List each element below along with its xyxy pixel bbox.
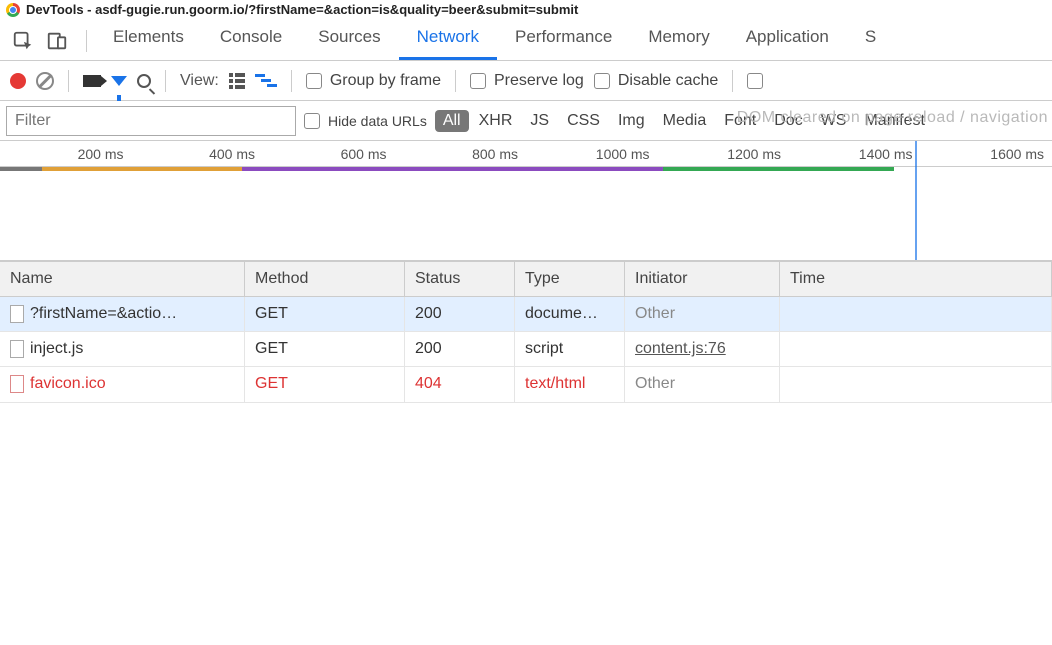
checkbox-icon (594, 73, 610, 89)
table-row[interactable]: ?firstName=&actio…GET200docume… Other (0, 297, 1052, 332)
network-table-header: Name Method Status Type Initiator Time (0, 261, 1052, 297)
disable-cache-label: Disable cache (618, 72, 719, 90)
device-toggle-icon[interactable] (46, 30, 68, 52)
divider (732, 70, 733, 92)
large-rows-icon[interactable] (229, 73, 245, 89)
timeline-tick: 1600 ms (921, 146, 1052, 162)
cell-status: 200 (405, 297, 515, 332)
timeline-tick: 600 ms (263, 146, 395, 162)
network-filterbar: Hide data URLs AllXHRJSCSSImgMediaFontDo… (0, 101, 1052, 141)
filter-toggle-icon[interactable] (111, 76, 127, 86)
clear-button[interactable] (36, 72, 54, 90)
filter-type-js[interactable]: JS (522, 110, 557, 132)
cell-method: GET (245, 367, 405, 402)
cell-initiator: Other (625, 297, 780, 332)
col-status[interactable]: Status (405, 262, 515, 296)
timeline-tick: 1000 ms (526, 146, 658, 162)
cell-method: GET (245, 332, 405, 367)
tab-performance[interactable]: Performance (497, 17, 630, 60)
hide-data-urls-label: Hide data URLs (328, 113, 427, 129)
tab-sources[interactable]: Sources (300, 17, 398, 60)
inspect-element-icon[interactable] (12, 30, 34, 52)
tab-memory[interactable]: Memory (630, 17, 727, 60)
divider (68, 70, 69, 92)
tab-console[interactable]: Console (202, 17, 300, 60)
overlay-message: DOM cleared on page reload / navigation (737, 109, 1048, 127)
search-icon[interactable] (137, 74, 151, 88)
col-initiator[interactable]: Initiator (625, 262, 780, 296)
preserve-log-label: Preserve log (494, 72, 584, 90)
chrome-icon (6, 3, 20, 17)
tab-elements[interactable]: Elements (95, 17, 202, 60)
checkbox-icon (306, 73, 322, 89)
cell-status: 404 (405, 367, 515, 402)
cell-name: ?firstName=&actio… (0, 297, 245, 332)
filter-type-media[interactable]: Media (655, 110, 715, 132)
file-icon (10, 340, 24, 358)
group-by-frame-checkbox[interactable]: Group by frame (306, 72, 441, 90)
cell-type: script (515, 332, 625, 367)
timeline-tick: 1200 ms (658, 146, 790, 162)
cell-initiator: content.js:76 (625, 332, 780, 367)
filter-type-img[interactable]: Img (610, 110, 653, 132)
timeline-segment (0, 167, 42, 171)
timeline-tick: 400 ms (132, 146, 264, 162)
timeline-segment (42, 167, 242, 171)
timeline-tick: 1400 ms (789, 146, 921, 162)
cell-method: GET (245, 297, 405, 332)
initiator-other: Other (635, 375, 675, 392)
cell-name: favicon.ico (0, 367, 245, 402)
record-button[interactable] (10, 73, 26, 89)
col-type[interactable]: Type (515, 262, 625, 296)
cell-initiator: Other (625, 367, 780, 402)
col-name[interactable]: Name (0, 262, 245, 296)
timeline-overview[interactable]: 200 ms400 ms600 ms800 ms1000 ms1200 ms14… (0, 141, 1052, 261)
timeline-segment (242, 167, 663, 171)
cell-type: text/html (515, 367, 625, 402)
window-title: DevTools - asdf-gugie.run.goorm.io/?firs… (26, 2, 578, 17)
cell-time (780, 367, 1052, 402)
cell-time (780, 332, 1052, 367)
view-label: View: (180, 72, 219, 90)
col-time[interactable]: Time (780, 262, 1052, 296)
preserve-log-checkbox[interactable]: Preserve log (470, 72, 584, 90)
filter-type-all[interactable]: All (435, 110, 469, 132)
screenshot-icon[interactable] (83, 75, 101, 87)
col-method[interactable]: Method (245, 262, 405, 296)
cell-time (780, 297, 1052, 332)
checkbox-icon (470, 73, 486, 89)
cell-name: inject.js (0, 332, 245, 367)
filter-input[interactable] (6, 106, 296, 136)
checkbox-icon (304, 113, 320, 129)
devtools-tabbar: ElementsConsoleSourcesNetworkPerformance… (0, 19, 1052, 61)
tab-s[interactable]: S (847, 17, 894, 60)
filter-type-xhr[interactable]: XHR (471, 110, 521, 132)
offline-checkbox[interactable] (747, 73, 763, 89)
group-by-frame-label: Group by frame (330, 72, 441, 90)
network-table-body: ?firstName=&actio…GET200docume… Other inje… (0, 297, 1052, 403)
timeline-tick: 800 ms (395, 146, 527, 162)
tab-network[interactable]: Network (399, 17, 497, 60)
file-icon (10, 375, 24, 393)
waterfall-icon[interactable] (255, 74, 277, 87)
cell-type: docume… (515, 297, 625, 332)
disable-cache-checkbox[interactable]: Disable cache (594, 72, 719, 90)
filter-type-css[interactable]: CSS (559, 110, 608, 132)
table-row[interactable]: inject.jsGET200script content.js:76 (0, 332, 1052, 367)
divider (291, 70, 292, 92)
hide-data-urls-checkbox[interactable]: Hide data URLs (304, 113, 427, 129)
cell-status: 200 (405, 332, 515, 367)
timeline-cursor (915, 141, 917, 260)
network-toolbar: View: Group by frame Preserve log Disabl… (0, 61, 1052, 101)
timeline-tick: 200 ms (0, 146, 132, 162)
table-row[interactable]: favicon.icoGET404text/html Other (0, 367, 1052, 402)
initiator-link[interactable]: content.js:76 (635, 340, 726, 357)
divider (86, 30, 87, 52)
divider (165, 70, 166, 92)
tab-application[interactable]: Application (728, 17, 847, 60)
divider (455, 70, 456, 92)
initiator-other: Other (635, 305, 675, 322)
timeline-segment (663, 167, 894, 171)
file-icon (10, 305, 24, 323)
